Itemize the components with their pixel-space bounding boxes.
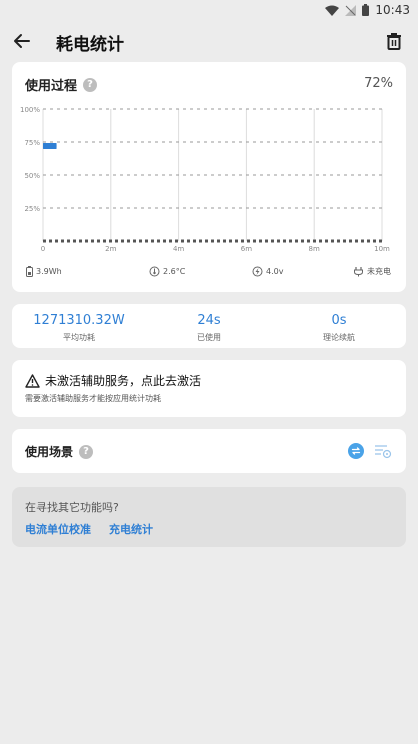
sync-icon[interactable] [348, 443, 364, 459]
x-tick-label: 10m [374, 245, 390, 253]
wifi-icon [325, 5, 340, 16]
capacity-stat: 3.9Wh [26, 266, 62, 277]
used-value: 24s [197, 313, 221, 328]
avg-power-label: 平均功耗 [63, 333, 95, 342]
more-question: 在寻找其它功能吗? [25, 501, 119, 514]
metric-used: 24s 已使用 [144, 313, 274, 343]
arrow-left-icon [14, 34, 30, 48]
signal-off-icon [345, 4, 357, 16]
metrics-card: 1271310.32W 平均功耗 24s 已使用 0s 理论续航 [12, 304, 406, 348]
list-settings-icon[interactable] [374, 443, 392, 459]
x-tick-label: 6m [241, 245, 252, 253]
y-tick-label: 50% [24, 172, 40, 180]
stats-row: 3.9Wh 2.6°C 4.0v 未充电 [12, 266, 406, 282]
charge-stat: 未充电 [353, 266, 391, 277]
accessibility-row: 未激活辅助服务，点此去激活 [25, 372, 201, 389]
scene-header: 使用场景 ? [25, 443, 94, 460]
usage-header: 使用过程 ? [25, 75, 98, 94]
more-features-card: 在寻找其它功能吗? 电流单位校准 充电统计 [12, 487, 406, 547]
accessibility-title: 未激活辅助服务，点此去激活 [45, 374, 202, 388]
plug-icon [354, 267, 363, 277]
usage-chart: 100% 75% 50% 25% 0 2m 4m 6m 8m 10m [20, 106, 390, 253]
status-bar: 10:43 [0, 0, 418, 20]
voltage-stat: 4.0v [252, 266, 283, 277]
help-icon[interactable]: ? [79, 444, 94, 459]
temp-value: 2.6°C [163, 267, 186, 276]
avg-power-value: 1271310.32W [33, 313, 125, 328]
charge-stats-link[interactable]: 充电统计 [109, 521, 153, 537]
app-bar: 耗电统计 [0, 20, 418, 62]
warning-icon [25, 373, 40, 388]
page-title: 耗电统计 [56, 35, 124, 55]
help-icon[interactable]: ? [83, 77, 98, 92]
delete-button[interactable] [382, 29, 406, 53]
usage-title: 使用过程 [25, 79, 78, 94]
x-tick-label: 0 [41, 245, 45, 253]
capacity-value: 3.9Wh [36, 267, 62, 276]
battery-status-icon [362, 4, 370, 16]
scene-title: 使用场景 [25, 445, 74, 459]
metric-endurance: 0s 理论续航 [274, 313, 404, 343]
y-tick-label: 100% [20, 106, 40, 114]
temp-stat: 2.6°C [149, 266, 185, 277]
x-tick-label: 8m [309, 245, 320, 253]
thermometer-icon [149, 266, 160, 277]
y-tick-label: 75% [24, 139, 40, 147]
endurance-label: 理论续航 [323, 333, 355, 342]
endurance-value: 0s [331, 313, 347, 328]
voltage-value: 4.0v [266, 267, 284, 276]
used-label: 已使用 [197, 333, 221, 342]
accessibility-card[interactable]: 未激活辅助服务，点此去激活 需要激活辅助服务才能按应用统计功耗 [12, 360, 406, 417]
trash-icon [387, 33, 401, 50]
battery-percent: 72% [364, 76, 393, 91]
metric-avg-power: 1271310.32W 平均功耗 [14, 313, 144, 343]
back-button[interactable] [10, 29, 34, 53]
y-tick-label: 25% [24, 205, 40, 213]
usage-card: 使用过程 ? 72% 100% 75% 50% 25% 0 2m 4m 6m 8m 10m 3.9… [12, 62, 406, 292]
x-tick-label: 2m [105, 245, 116, 253]
battery-icon [26, 266, 33, 277]
current-unit-calibration-link[interactable]: 电流单位校准 [25, 521, 91, 537]
charge-value: 未充电 [367, 267, 391, 276]
more-links: 电流单位校准 充电统计 [25, 521, 153, 537]
scene-card: 使用场景 ? [12, 429, 406, 473]
bolt-icon [252, 266, 263, 277]
accessibility-subtitle: 需要激活辅助服务才能按应用统计功耗 [25, 394, 161, 403]
x-tick-label: 4m [173, 245, 184, 253]
status-time: 10:43 [375, 3, 410, 17]
